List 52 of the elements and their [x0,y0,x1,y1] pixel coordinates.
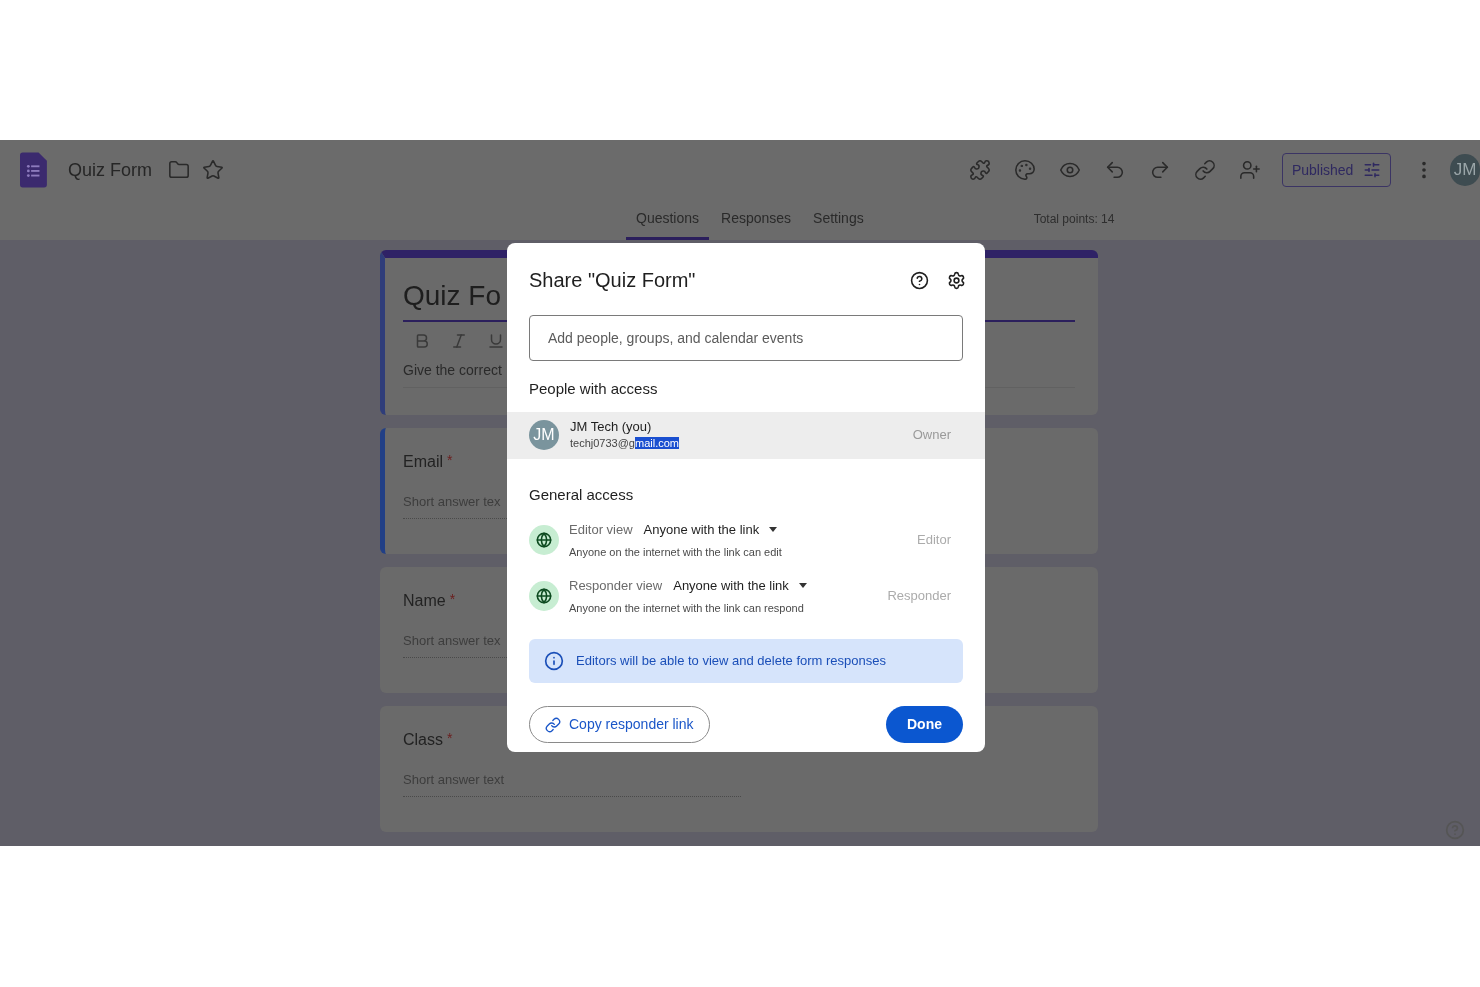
avatar: JM [529,420,559,450]
role-label: Responder [887,587,951,606]
access-dropdown[interactable]: Anyone with the link [643,520,778,540]
person-name: JM Tech (you) [570,419,653,435]
required-asterisk: * [449,590,456,609]
dialog-title: Share "Quiz Form" [529,268,696,293]
palette-icon[interactable] [1013,159,1036,181]
caret-icon [798,583,807,589]
done-button[interactable]: Done [886,706,963,743]
tab[interactable]: Questions [626,208,710,240]
form-description: Give the correct [403,361,502,380]
globe-icon [529,525,559,555]
required-asterisk: * [447,451,453,470]
underline-icon[interactable] [487,332,505,350]
forms-logo-icon [20,151,47,189]
help-icon[interactable] [910,270,929,290]
globe-icon [529,581,559,611]
person-email: techj0733@gmail.com [570,436,679,451]
access-dropdown[interactable]: Anyone with the link [673,576,807,596]
star-icon[interactable] [201,159,224,181]
info-text: Editors will be able to view and delete form responses [576,652,886,671]
sliders-icon [1363,161,1382,179]
role-label: Owner [912,426,951,445]
form-heading: Quiz Fo [403,279,502,313]
question-label: Class [403,730,443,750]
required-asterisk: * [447,729,453,748]
access-description: Anyone on the internet with the link can respond [569,600,805,616]
access-label: Responder view [569,577,663,595]
section-heading: People with access [528,379,659,399]
link-icon [545,716,561,733]
access-label: Editor view [569,521,633,539]
info-icon [544,651,564,671]
add-people-field[interactable]: Add people, groups, and calendar events [529,315,963,361]
question-label: Email [403,452,443,472]
total-points: Total points: 14 [1033,211,1115,228]
link-icon[interactable] [1193,159,1216,181]
person-row[interactable]: JM JM Tech (you) techj0733@gmail.com Owner [507,411,985,459]
published-button[interactable]: Published [1281,153,1392,187]
caret-icon [769,527,778,533]
folder-icon[interactable] [167,159,190,181]
tab[interactable]: Settings [803,208,874,240]
italic-icon[interactable] [450,332,468,350]
settings-icon[interactable] [947,270,966,290]
question-label: Name [403,591,446,611]
form-title: Quiz Form [67,158,152,182]
role-label: Editor [917,531,951,550]
add-person-icon[interactable] [1238,159,1261,181]
avatar[interactable]: JM [1450,154,1480,186]
tab[interactable]: Responses [711,208,802,240]
section-heading: General access [528,484,635,505]
access-description: Anyone on the internet with the link can edit [569,544,782,560]
puzzle-icon[interactable] [968,159,991,181]
